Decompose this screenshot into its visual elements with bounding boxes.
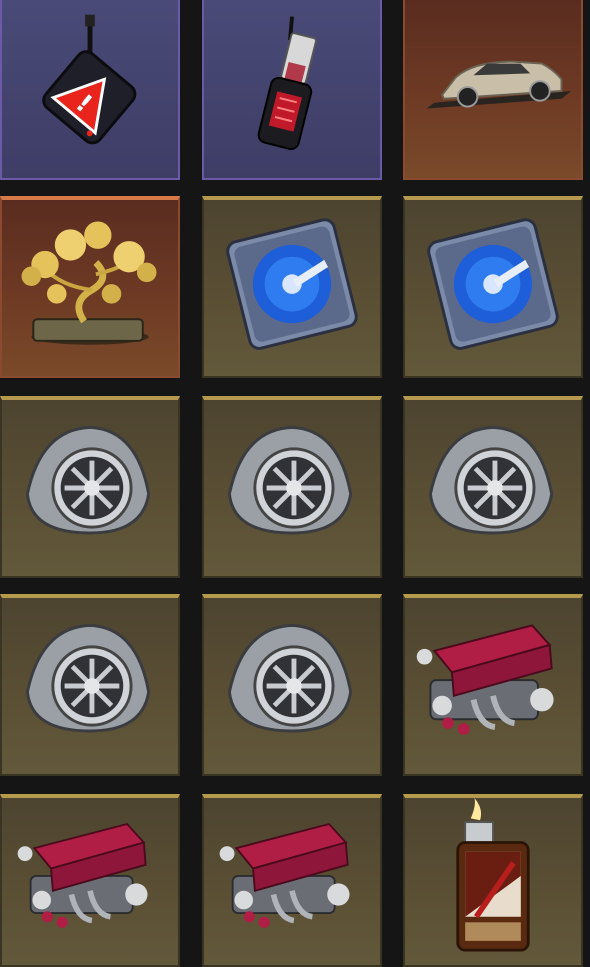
inventory-slot-rotary-1[interactable] [0,396,180,578]
silver-sports-car-icon [426,60,572,109]
inventory-slot-disk-1[interactable] [202,196,382,378]
inventory-slot-bonsai[interactable] [0,196,180,378]
red-engine-block-icon [219,822,350,928]
inventory-slot-rotary-5[interactable] [202,594,382,776]
inventory-slot-warning-tag[interactable]: ! [0,0,180,180]
inventory-slot-rotary-2[interactable] [202,396,382,578]
inventory-slot-lighter[interactable] [403,794,583,967]
inventory-slot-engine-3[interactable] [202,794,382,967]
rotary-engine-icon [25,425,151,535]
red-engine-block-icon [416,624,554,735]
inventory-slot-engine-1[interactable] [403,594,583,776]
rotary-engine-icon [227,425,353,535]
red-engine-block-icon [17,822,148,928]
inventory-slot-sports-car[interactable] [403,0,583,180]
blue-disk-icon [226,218,358,350]
inventory-slot-rotary-4[interactable] [0,594,180,776]
lighter-icon [456,798,530,952]
inventory-slot-engine-2[interactable] [0,794,180,967]
rotary-engine-icon [428,425,554,535]
golden-bonsai-tree-icon [21,221,157,345]
inventory-slot-usb-dongle[interactable] [202,0,382,180]
inventory-grid: ! [0,0,590,967]
rotary-engine-icon [25,623,151,733]
warning-tag-icon: ! [42,14,137,145]
inventory-slot-disk-2[interactable] [403,196,583,378]
blue-disk-icon [427,218,559,350]
inventory-slot-rotary-3[interactable] [403,396,583,578]
usb-dongle-icon [257,16,317,150]
rotary-engine-icon [227,623,353,733]
